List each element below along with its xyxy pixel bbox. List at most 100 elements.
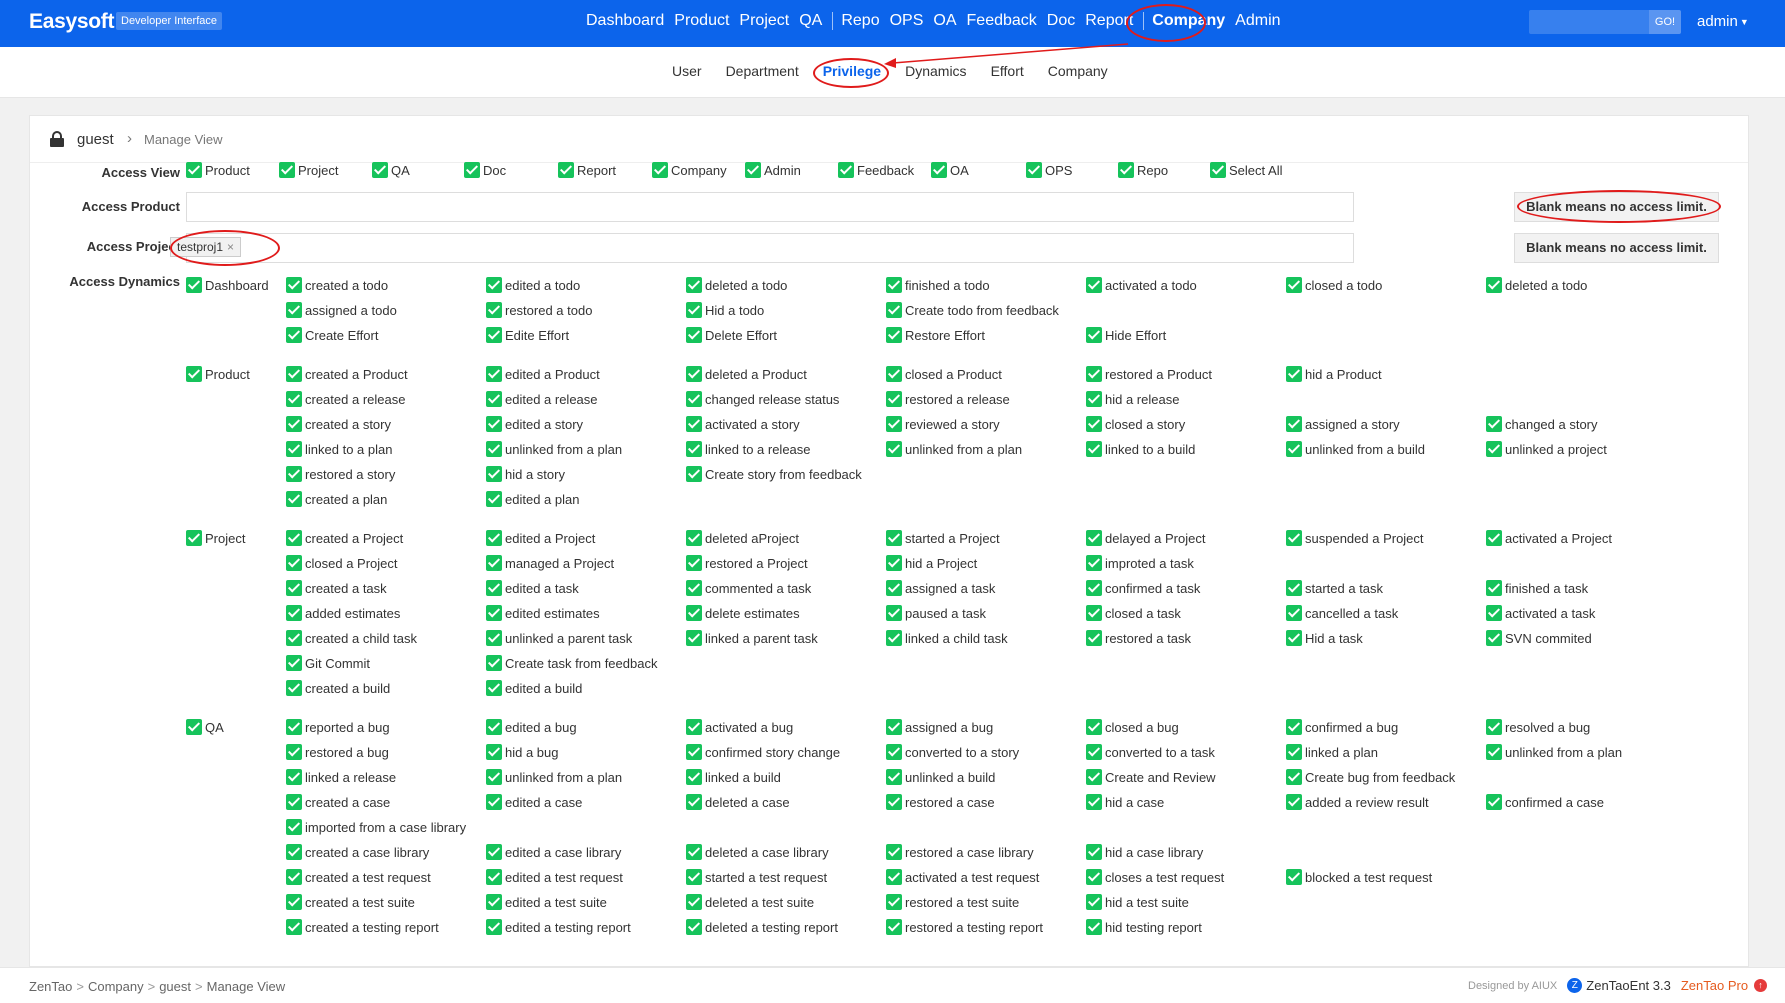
checkbox-checked-icon[interactable]: [886, 416, 902, 432]
checkbox-checked-icon[interactable]: [686, 366, 702, 382]
nav-item-dashboard[interactable]: Dashboard: [586, 12, 664, 30]
checkbox-checked-icon[interactable]: [886, 794, 902, 810]
dynamic-deleted-a-test-suite[interactable]: deleted a test suite: [686, 894, 814, 910]
checkbox-checked-icon[interactable]: [1286, 630, 1302, 646]
dynamics-group-dashboard[interactable]: Dashboard: [186, 277, 269, 293]
checkbox-checked-icon[interactable]: [686, 605, 702, 621]
dynamic-create-effort[interactable]: Create Effort: [286, 327, 378, 343]
dynamic-restored-a-project[interactable]: restored a Project: [686, 555, 808, 571]
access-view-qa[interactable]: QA: [372, 162, 410, 178]
checkbox-checked-icon[interactable]: [186, 530, 202, 546]
access-product-input[interactable]: [186, 192, 1354, 222]
dynamic-linked-a-child-task[interactable]: linked a child task: [886, 630, 1008, 646]
dynamic-activated-a-story[interactable]: activated a story: [686, 416, 800, 432]
dynamic-git-commit[interactable]: Git Commit: [286, 655, 370, 671]
checkbox-checked-icon[interactable]: [1286, 416, 1302, 432]
checkbox-checked-icon[interactable]: [286, 655, 302, 671]
dynamic-create-story-from-feedback[interactable]: Create story from feedback: [686, 466, 862, 482]
dynamic-restored-a-story[interactable]: restored a story: [286, 466, 395, 482]
access-view-admin[interactable]: Admin: [745, 162, 801, 178]
checkbox-checked-icon[interactable]: [486, 530, 502, 546]
dynamic-deleted-a-todo[interactable]: deleted a todo: [686, 277, 787, 293]
checkbox-checked-icon[interactable]: [686, 391, 702, 407]
checkbox-checked-icon[interactable]: [1210, 162, 1226, 178]
checkbox-checked-icon[interactable]: [486, 719, 502, 735]
checkbox-checked-icon[interactable]: [886, 919, 902, 935]
dynamic-hid-a-product[interactable]: hid a Product: [1286, 366, 1382, 382]
dynamic-unlinked-a-parent-task[interactable]: unlinked a parent task: [486, 630, 632, 646]
dynamic-unlinked-from-a-plan[interactable]: unlinked from a plan: [486, 441, 622, 457]
checkbox-checked-icon[interactable]: [1286, 719, 1302, 735]
checkbox-checked-icon[interactable]: [558, 162, 574, 178]
checkbox-checked-icon[interactable]: [286, 869, 302, 885]
dynamic-linked-to-a-build[interactable]: linked to a build: [1086, 441, 1195, 457]
dynamic-unlinked-a-project[interactable]: unlinked a project: [1486, 441, 1607, 457]
dynamic-create-and-review[interactable]: Create and Review: [1086, 769, 1216, 785]
dynamic-resolved-a-bug[interactable]: resolved a bug: [1486, 719, 1590, 735]
checkbox-checked-icon[interactable]: [286, 530, 302, 546]
dynamic-deleted-aproject[interactable]: deleted aProject: [686, 530, 799, 546]
checkbox-checked-icon[interactable]: [1486, 277, 1502, 293]
checkbox-checked-icon[interactable]: [486, 655, 502, 671]
checkbox-checked-icon[interactable]: [1286, 769, 1302, 785]
dynamic-activated-a-project[interactable]: activated a Project: [1486, 530, 1612, 546]
nav-item-doc[interactable]: Doc: [1047, 12, 1075, 30]
checkbox-checked-icon[interactable]: [486, 327, 502, 343]
pro-link[interactable]: ZenTao Pro: [1681, 978, 1748, 993]
dynamic-closed-a-bug[interactable]: closed a bug: [1086, 719, 1179, 735]
checkbox-checked-icon[interactable]: [286, 919, 302, 935]
nav-item-ops[interactable]: OPS: [890, 12, 924, 30]
dynamic-hid-a-story[interactable]: hid a story: [486, 466, 565, 482]
checkbox-checked-icon[interactable]: [1286, 277, 1302, 293]
dynamic-converted-to-a-task[interactable]: converted to a task: [1086, 744, 1215, 760]
search-input[interactable]: [1529, 10, 1649, 34]
dynamic-created-a-release[interactable]: created a release: [286, 391, 405, 407]
dynamic-edited-a-product[interactable]: edited a Product: [486, 366, 600, 382]
checkbox-checked-icon[interactable]: [1086, 630, 1102, 646]
dynamic-linked-a-release[interactable]: linked a release: [286, 769, 396, 785]
checkbox-checked-icon[interactable]: [652, 162, 668, 178]
checkbox-checked-icon[interactable]: [686, 769, 702, 785]
dynamic-cancelled-a-task[interactable]: cancelled a task: [1286, 605, 1398, 621]
dynamic-finished-a-todo[interactable]: finished a todo: [886, 277, 990, 293]
dynamic-hid-a-task[interactable]: Hid a task: [1286, 630, 1363, 646]
checkbox-checked-icon[interactable]: [1486, 441, 1502, 457]
dynamic-commented-a-task[interactable]: commented a task: [686, 580, 811, 596]
checkbox-checked-icon[interactable]: [886, 580, 902, 596]
dynamic-delete-estimates[interactable]: delete estimates: [686, 605, 800, 621]
checkbox-checked-icon[interactable]: [686, 719, 702, 735]
checkbox-checked-icon[interactable]: [286, 630, 302, 646]
checkbox-checked-icon[interactable]: [931, 162, 947, 178]
checkbox-checked-icon[interactable]: [286, 441, 302, 457]
dynamic-created-a-plan[interactable]: created a plan: [286, 491, 387, 507]
checkbox-checked-icon[interactable]: [886, 391, 902, 407]
dynamic-restored-a-testing-report[interactable]: restored a testing report: [886, 919, 1043, 935]
checkbox-checked-icon[interactable]: [486, 630, 502, 646]
checkbox-checked-icon[interactable]: [186, 162, 202, 178]
checkbox-checked-icon[interactable]: [286, 277, 302, 293]
checkbox-checked-icon[interactable]: [886, 327, 902, 343]
checkbox-checked-icon[interactable]: [1086, 530, 1102, 546]
dynamic-hid-a-release[interactable]: hid a release: [1086, 391, 1179, 407]
dynamic-unlinked-a-build[interactable]: unlinked a build: [886, 769, 995, 785]
upgrade-icon[interactable]: ↑: [1754, 979, 1768, 992]
checkbox-checked-icon[interactable]: [1286, 869, 1302, 885]
checkbox-checked-icon[interactable]: [886, 744, 902, 760]
checkbox-checked-icon[interactable]: [686, 327, 702, 343]
checkbox-checked-icon[interactable]: [286, 327, 302, 343]
dynamic-restored-a-bug[interactable]: restored a bug: [286, 744, 389, 760]
checkbox-checked-icon[interactable]: [1486, 580, 1502, 596]
dynamic-unlinked-from-a-plan[interactable]: unlinked from a plan: [486, 769, 622, 785]
dynamic-deleted-a-case[interactable]: deleted a case: [686, 794, 790, 810]
checkbox-checked-icon[interactable]: [486, 744, 502, 760]
checkbox-checked-icon[interactable]: [686, 630, 702, 646]
checkbox-checked-icon[interactable]: [486, 491, 502, 507]
checkbox-checked-icon[interactable]: [838, 162, 854, 178]
checkbox-checked-icon[interactable]: [1486, 794, 1502, 810]
dynamic-added-a-review-result[interactable]: added a review result: [1286, 794, 1429, 810]
dynamic-restore-effort[interactable]: Restore Effort: [886, 327, 985, 343]
dynamic-closed-a-story[interactable]: closed a story: [1086, 416, 1185, 432]
dynamic-create-todo-from-feedback[interactable]: Create todo from feedback: [886, 302, 1059, 318]
user-menu[interactable]: admin ▼: [1697, 13, 1749, 30]
checkbox-checked-icon[interactable]: [1086, 391, 1102, 407]
